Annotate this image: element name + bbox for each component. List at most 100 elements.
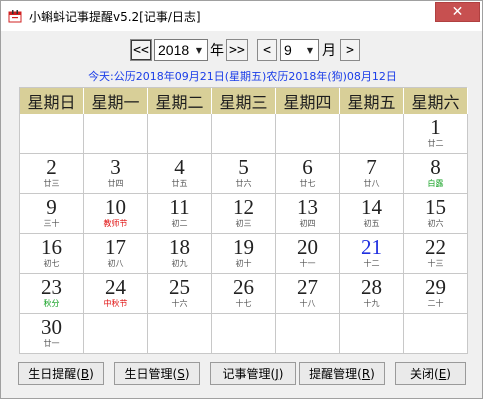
calendar-day-cell[interactable]: 19 初十: [212, 234, 276, 274]
calendar-day-cell[interactable]: 18 初九: [148, 234, 212, 274]
month-value: 9: [284, 42, 292, 58]
day-number: 6: [302, 155, 313, 179]
calendar-day-cell[interactable]: 10 教师节: [84, 194, 148, 234]
day-number: 22: [425, 235, 446, 259]
calendar-day-cell[interactable]: 30 廿一: [20, 314, 84, 354]
close-button-label: 关闭: [410, 367, 435, 381]
weekday-header: 星期四: [276, 88, 340, 114]
close-button-key: E: [438, 366, 447, 381]
notes-manage-button[interactable]: 记事管理(J): [210, 362, 296, 385]
calendar-day-cell[interactable]: 7 廿八: [340, 154, 404, 194]
calendar-day-cell[interactable]: 29 二十: [404, 274, 468, 314]
prev-year-button[interactable]: <<: [130, 39, 152, 61]
calendar-day-cell[interactable]: 27 十八: [276, 274, 340, 314]
day-number: 18: [169, 235, 190, 259]
lunar-date: 十八: [299, 299, 316, 308]
day-number: 9: [46, 195, 57, 219]
notes-manage-key: J: [275, 366, 279, 381]
chevron-down-icon: ▼: [195, 45, 203, 55]
day-number: 26: [233, 275, 254, 299]
day-number: 1: [430, 115, 441, 139]
month-select[interactable]: 9 ▼: [280, 39, 319, 61]
lunar-date: 教师节: [103, 219, 128, 228]
calendar-empty-cell[interactable]: [276, 314, 340, 354]
lunar-date: 十一: [299, 259, 316, 268]
birthday-remind-label: 生日提醒: [28, 367, 77, 381]
calendar-day-cell[interactable]: 17 初八: [84, 234, 148, 274]
calendar-empty-cell[interactable]: [148, 314, 212, 354]
calendar-day-cell[interactable]: 13 初四: [276, 194, 340, 234]
weekday-header: 星期二: [148, 88, 212, 114]
lunar-date: 三十: [43, 219, 60, 228]
calendar-empty-cell[interactable]: [20, 114, 84, 154]
day-number: 20: [297, 235, 318, 259]
lunar-date: 廿三: [43, 179, 60, 188]
calendar-empty-cell[interactable]: [84, 314, 148, 354]
calendar-day-cell[interactable]: 22 十三: [404, 234, 468, 274]
calendar-empty-cell[interactable]: [84, 114, 148, 154]
lunar-date: 初九: [171, 259, 188, 268]
window-close-button[interactable]: ✕: [435, 2, 480, 22]
day-number: 21: [361, 235, 382, 259]
day-number: 5: [238, 155, 249, 179]
calendar-day-cell[interactable]: 15 初六: [404, 194, 468, 234]
day-number: 29: [425, 275, 446, 299]
calendar-empty-cell[interactable]: [212, 114, 276, 154]
lunar-date: 廿五: [171, 179, 188, 188]
calendar-day-cell[interactable]: 12 初三: [212, 194, 276, 234]
day-number: 11: [169, 195, 190, 219]
prev-month-button[interactable]: <: [257, 39, 277, 61]
next-month-button[interactable]: >: [340, 39, 360, 61]
year-select[interactable]: 2018 ▼: [154, 39, 208, 61]
day-number: 16: [41, 235, 62, 259]
calendar-day-cell[interactable]: 8 白露: [404, 154, 468, 194]
lunar-date: 十二: [363, 259, 380, 268]
lunar-date: 廿四: [107, 179, 124, 188]
lunar-date: 十七: [235, 299, 252, 308]
calendar-day-cell[interactable]: 3 廿四: [84, 154, 148, 194]
reminder-manage-button[interactable]: 提醒管理(R): [299, 362, 385, 385]
calendar-day-cell[interactable]: 28 十九: [340, 274, 404, 314]
calendar-day-cell[interactable]: 24 中秋节: [84, 274, 148, 314]
birthday-remind-button[interactable]: 生日提醒(B): [18, 362, 104, 385]
calendar-day-cell[interactable]: 5 廿六: [212, 154, 276, 194]
lunar-date: 十六: [171, 299, 188, 308]
calendar-day-cell[interactable]: 21 十二: [340, 234, 404, 274]
birthday-manage-button[interactable]: 生日管理(S): [114, 362, 200, 385]
close-button[interactable]: 关闭(E): [395, 362, 466, 385]
lunar-date: 初四: [299, 219, 316, 228]
title-bar[interactable]: 小蝌蚪记事提醒v5.2[记事/日志] ✕: [1, 1, 482, 31]
calendar-day-cell[interactable]: 11 初二: [148, 194, 212, 234]
day-number: 3: [110, 155, 121, 179]
calendar-day-cell[interactable]: 25 十六: [148, 274, 212, 314]
lunar-date: 十三: [427, 259, 444, 268]
calendar-day-cell[interactable]: 4 廿五: [148, 154, 212, 194]
calendar-empty-cell[interactable]: [404, 314, 468, 354]
day-number: 15: [425, 195, 446, 219]
lunar-date: 廿一: [43, 339, 60, 348]
calendar-day-cell[interactable]: 26 十七: [212, 274, 276, 314]
calendar-day-cell[interactable]: 14 初五: [340, 194, 404, 234]
calendar-day-cell[interactable]: 1 廿二: [404, 114, 468, 154]
calendar-day-cell[interactable]: 23 秋分: [20, 274, 84, 314]
date-navigation: << 2018 ▼ 年 >> < 9 ▼ 月 >: [1, 39, 483, 62]
lunar-date: 初六: [427, 219, 444, 228]
day-number: 25: [169, 275, 190, 299]
app-icon: [8, 10, 22, 23]
lunar-date: 中秋节: [103, 299, 128, 308]
calendar-empty-cell[interactable]: [148, 114, 212, 154]
lunar-date: 十九: [363, 299, 380, 308]
calendar-empty-cell[interactable]: [340, 314, 404, 354]
calendar-empty-cell[interactable]: [212, 314, 276, 354]
calendar-day-cell[interactable]: 9 三十: [20, 194, 84, 234]
lunar-date: 廿六: [235, 179, 252, 188]
day-number: 8: [430, 155, 441, 179]
lunar-date: 二十: [427, 299, 444, 308]
calendar-day-cell[interactable]: 6 廿七: [276, 154, 340, 194]
calendar-day-cell[interactable]: 20 十一: [276, 234, 340, 274]
calendar-empty-cell[interactable]: [276, 114, 340, 154]
calendar-day-cell[interactable]: 2 廿三: [20, 154, 84, 194]
calendar-empty-cell[interactable]: [340, 114, 404, 154]
calendar-day-cell[interactable]: 16 初七: [20, 234, 84, 274]
next-year-button[interactable]: >>: [226, 39, 248, 61]
